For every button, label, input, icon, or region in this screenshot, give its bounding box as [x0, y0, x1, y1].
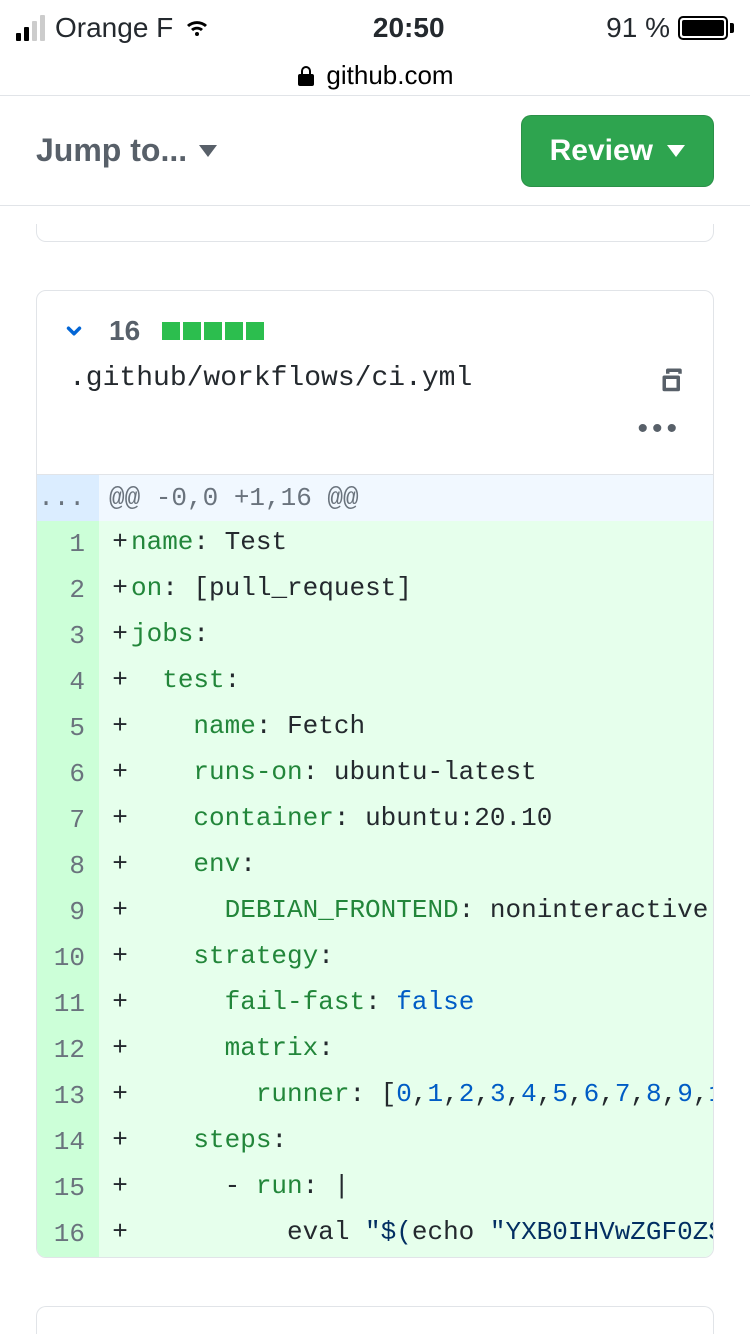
hunk-header[interactable]: ... @@ -0,0 +1,16 @@: [37, 474, 713, 521]
line-number[interactable]: 5: [37, 705, 99, 751]
line-number[interactable]: 15: [37, 1165, 99, 1211]
diffstat-icon: [162, 322, 264, 340]
code-content: + runner: [0,1,2,3,4,5,6,7,8,9,10,: [99, 1073, 713, 1119]
carrier-label: Orange F: [55, 12, 173, 44]
code-content: + test:: [99, 659, 244, 705]
line-number[interactable]: 9: [37, 889, 99, 935]
code-content: + strategy:: [99, 935, 338, 981]
diff-line-addition[interactable]: 15+ - run: |: [37, 1165, 713, 1211]
file-diff-card: 26 .github/workflows/cpm-broken-on-fedor…: [36, 1306, 714, 1334]
code-content: + fail-fast: false: [99, 981, 478, 1027]
line-number[interactable]: 8: [37, 843, 99, 889]
diff-line-addition[interactable]: 1+name: Test: [37, 521, 713, 567]
review-label: Review: [550, 134, 653, 168]
diff-line-addition[interactable]: 8+ env:: [37, 843, 713, 889]
code-content: + DEBIAN_FRONTEND: noninteractive: [99, 889, 712, 935]
code-content: + eval "$(echo "YXB0IHVwZGF0ZSAt: [99, 1211, 713, 1257]
code-content: +jobs:: [99, 613, 213, 659]
url-domain: github.com: [326, 60, 453, 91]
code-content: + container: ubuntu:20.10: [99, 797, 556, 843]
file-diff-card: 16 .github/workflows/ci.yml ••• ... @@ -…: [36, 290, 714, 1258]
file-menu-button[interactable]: •••: [637, 412, 681, 446]
line-number[interactable]: 14: [37, 1119, 99, 1165]
clock: 20:50: [373, 12, 445, 44]
diff-line-addition[interactable]: 13+ runner: [0,1,2,3,4,5,6,7,8,9,10,: [37, 1073, 713, 1119]
diff-line-addition[interactable]: 2+on: [pull_request]: [37, 567, 713, 613]
signal-icon: [16, 15, 45, 41]
line-number[interactable]: 4: [37, 659, 99, 705]
url-bar[interactable]: github.com: [0, 56, 750, 96]
copy-path-button[interactable]: [659, 365, 687, 393]
file-path[interactable]: .github/workflows/ci.yml: [69, 363, 472, 394]
line-number[interactable]: 3: [37, 613, 99, 659]
line-number[interactable]: 13: [37, 1073, 99, 1119]
wifi-icon: [183, 18, 211, 38]
line-number[interactable]: 10: [37, 935, 99, 981]
hunk-range: @@ -0,0 +1,16 @@: [99, 475, 369, 521]
diff-line-addition[interactable]: 16+ eval "$(echo "YXB0IHVwZGF0ZSAt: [37, 1211, 713, 1257]
caret-down-icon: [667, 145, 685, 157]
caret-down-icon: [199, 145, 217, 157]
jump-to-button[interactable]: Jump to...: [36, 132, 217, 169]
code-content: + matrix:: [99, 1027, 338, 1073]
code-content: + steps:: [99, 1119, 291, 1165]
code-content: +on: [pull_request]: [99, 567, 416, 613]
line-number[interactable]: 7: [37, 797, 99, 843]
diff-line-addition[interactable]: 12+ matrix:: [37, 1027, 713, 1073]
change-count: 16: [109, 315, 140, 347]
code-content: +name: Test: [99, 521, 291, 567]
diff-line-addition[interactable]: 9+ DEBIAN_FRONTEND: noninteractive: [37, 889, 713, 935]
diff-line-addition[interactable]: 7+ container: ubuntu:20.10: [37, 797, 713, 843]
diff-line-addition[interactable]: 11+ fail-fast: false: [37, 981, 713, 1027]
lock-icon: [296, 65, 316, 87]
code-content: + runs-on: ubuntu-latest: [99, 751, 541, 797]
diff-line-addition[interactable]: 5+ name: Fetch: [37, 705, 713, 751]
review-button[interactable]: Review: [521, 115, 714, 187]
collapse-toggle[interactable]: [63, 320, 85, 342]
jump-to-label: Jump to...: [36, 132, 187, 169]
battery-icon: [678, 16, 734, 40]
diff-line-addition[interactable]: 6+ runs-on: ubuntu-latest: [37, 751, 713, 797]
diff-lines: 1+name: Test2+on: [pull_request]3+jobs:4…: [37, 521, 713, 1257]
line-number[interactable]: 16: [37, 1211, 99, 1257]
pr-toolbar: Jump to... Review: [0, 96, 750, 206]
previous-file-card: [36, 224, 714, 242]
diff-line-addition[interactable]: 10+ strategy:: [37, 935, 713, 981]
diff-line-addition[interactable]: 14+ steps:: [37, 1119, 713, 1165]
line-number[interactable]: 11: [37, 981, 99, 1027]
diff-line-addition[interactable]: 4+ test:: [37, 659, 713, 705]
line-number[interactable]: 2: [37, 567, 99, 613]
line-number[interactable]: 1: [37, 521, 99, 567]
code-content: + - run: |: [99, 1165, 353, 1211]
code-content: + name: Fetch: [99, 705, 369, 751]
diff-line-addition[interactable]: 3+jobs:: [37, 613, 713, 659]
expand-hunk-button[interactable]: ...: [37, 475, 99, 521]
battery-pct: 91 %: [606, 12, 670, 44]
code-content: + env:: [99, 843, 260, 889]
line-number[interactable]: 12: [37, 1027, 99, 1073]
status-bar: Orange F 20:50 91 %: [0, 0, 750, 56]
line-number[interactable]: 6: [37, 751, 99, 797]
